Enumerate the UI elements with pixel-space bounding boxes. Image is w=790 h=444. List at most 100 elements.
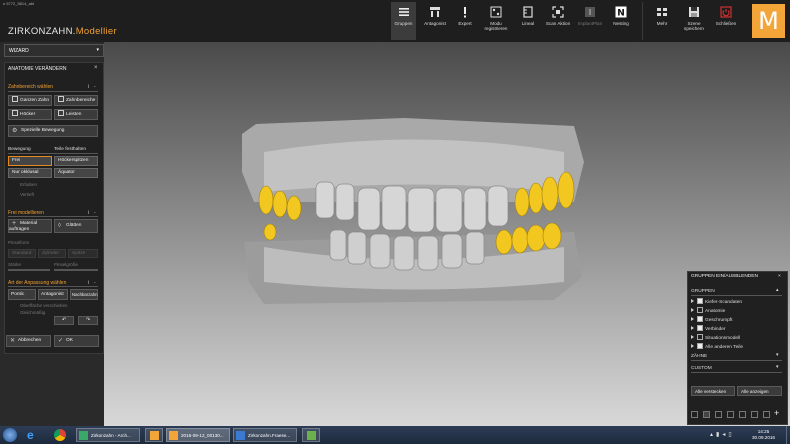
implant-icon bbox=[585, 7, 595, 17]
view-right-icon[interactable] bbox=[727, 411, 734, 418]
pontic-button[interactable]: Pontic bbox=[8, 289, 36, 300]
abbrechen-button[interactable]: ✕ Abbrechen bbox=[6, 335, 51, 347]
internet-explorer-icon[interactable]: e bbox=[27, 428, 41, 442]
spezielle-bewegung-button[interactable]: ⚙ Spezielle Bewegung bbox=[8, 125, 98, 137]
section-zahnbereich-collapse[interactable]: - bbox=[94, 84, 96, 90]
checkbox[interactable] bbox=[697, 307, 703, 313]
view-front-icon[interactable] bbox=[691, 411, 698, 418]
chevron-down-icon[interactable]: ▾ bbox=[776, 365, 778, 370]
hoecker-button[interactable]: Höcker bbox=[8, 109, 52, 120]
expand-icon bbox=[691, 326, 694, 330]
toolbar-lineal-button[interactable]: Lineal bbox=[515, 2, 541, 40]
taskbar-clock[interactable]: 14:25 30.09.2016 bbox=[752, 429, 775, 440]
checkbox[interactable] bbox=[697, 334, 703, 340]
drop-icon: ◊ bbox=[58, 223, 61, 229]
chevron-up-icon[interactable]: ▴ bbox=[776, 288, 778, 293]
staerke-slider[interactable] bbox=[8, 269, 50, 271]
erhaben-option: Erhaben bbox=[20, 182, 38, 187]
system-tray-icons[interactable]: ▴▮◂▯ bbox=[710, 431, 735, 438]
taskbar-n-item[interactable] bbox=[145, 428, 163, 442]
alle-anzeigen-button[interactable]: Alle anzeigen bbox=[737, 386, 782, 396]
taskbar-tool-item[interactable] bbox=[302, 428, 320, 442]
undo-button[interactable]: ↶ bbox=[54, 316, 74, 325]
pinsel-standard-option[interactable]: Standard bbox=[8, 249, 36, 258]
checkbox[interactable] bbox=[697, 316, 703, 322]
expand-icon bbox=[691, 335, 694, 339]
chevron-down-icon[interactable]: ▾ bbox=[776, 353, 778, 358]
taskbar-fraese-item[interactable]: Zirkonzahn.Fraese... bbox=[233, 428, 297, 442]
ok-button[interactable]: ✓ OK bbox=[54, 335, 99, 347]
section-zahnbereich-info[interactable]: i bbox=[88, 84, 89, 90]
view-left-icon[interactable] bbox=[715, 411, 722, 418]
toolbar-expert-button[interactable]: Expert bbox=[453, 2, 477, 40]
show-desktop-button[interactable] bbox=[786, 426, 790, 444]
toolbar-scan-button[interactable]: Scan Aktion bbox=[545, 2, 571, 40]
divider bbox=[691, 295, 782, 296]
toolbar-implantplan-button[interactable]: ImplantPlan bbox=[575, 2, 605, 40]
fraese-icon bbox=[236, 431, 245, 440]
glaetten-button[interactable]: ◊ Glätten bbox=[54, 219, 98, 233]
group-row-geschrumpft[interactable]: Geschrumpft bbox=[691, 316, 732, 323]
zahnbereiche-button[interactable]: Zahnbereiche bbox=[54, 95, 98, 106]
ridge-icon bbox=[58, 110, 64, 116]
hoeckerspitzen-option[interactable]: Höckerspitzen bbox=[54, 156, 98, 166]
pinselgroesse-slider[interactable] bbox=[54, 269, 98, 271]
view-bottom-icon[interactable] bbox=[751, 411, 758, 418]
checkbox[interactable] bbox=[697, 298, 703, 304]
expand-icon bbox=[691, 344, 694, 348]
gruppen-section-title: GRUPPEN bbox=[691, 289, 715, 294]
taskbar-modellier-item[interactable]: 2016-09-12_00130... bbox=[166, 428, 230, 442]
groups-icon bbox=[398, 8, 409, 16]
leisten-button[interactable]: Leisten bbox=[54, 109, 98, 120]
panel-close-button[interactable]: × bbox=[94, 65, 98, 71]
view-back-icon[interactable] bbox=[703, 411, 710, 418]
wizard-dropdown[interactable]: WIZARD ▾ bbox=[4, 44, 104, 57]
redo-button[interactable]: ↷ bbox=[78, 316, 98, 325]
toolbar-save-button[interactable]: Szene speichern bbox=[679, 2, 709, 40]
checkbox[interactable] bbox=[697, 325, 703, 331]
gear-icon: ⚙ bbox=[12, 128, 18, 134]
tooth-area-icon bbox=[58, 96, 64, 102]
undo-icon: ↶ bbox=[61, 318, 67, 323]
aequator-option[interactable]: Äquator bbox=[54, 168, 98, 178]
pinsel-spitze-option[interactable]: Spitze bbox=[68, 249, 98, 258]
add-view-button[interactable]: + bbox=[774, 408, 779, 418]
toolbar-mehr-button[interactable]: Mehr bbox=[649, 2, 675, 40]
pinsel-zylinder-option[interactable]: Zylinder bbox=[38, 249, 66, 258]
antagonist-adjust-button[interactable]: Antagonist bbox=[38, 289, 68, 300]
groups-panel-close-button[interactable]: × bbox=[778, 274, 781, 279]
toolbar-antagonist-button[interactable]: Antagonist bbox=[421, 2, 449, 40]
checkbox[interactable] bbox=[697, 343, 703, 349]
windows-start-button[interactable] bbox=[3, 428, 17, 442]
material-auftragen-button[interactable]: + Material auftragen bbox=[8, 219, 52, 233]
group-row-situationsmodell[interactable]: Situationsmodell bbox=[691, 334, 740, 341]
chrome-icon[interactable] bbox=[54, 429, 66, 441]
redo-icon: ↷ bbox=[85, 318, 91, 323]
vertieft-option: Vertieft bbox=[20, 192, 35, 197]
taskbar-archive-item[interactable]: Zirkonzahn - Arch... bbox=[76, 428, 140, 442]
nur-okklusal-option[interactable]: Nur okklusal bbox=[8, 168, 52, 178]
teile-festhalten-label: Teile festhalten bbox=[54, 147, 86, 152]
ganzen-zahn-button[interactable]: Ganzen Zahn bbox=[8, 95, 52, 106]
toolbar-register-button[interactable]: Modu registrieren bbox=[481, 2, 511, 40]
expand-icon bbox=[691, 308, 694, 312]
more-icon bbox=[657, 8, 667, 16]
bewegung-frei-option[interactable]: Frei bbox=[8, 156, 52, 166]
window-title: n 5772_5814_abt bbox=[3, 1, 35, 6]
toolbar-nesting-button[interactable]: N Nesting bbox=[609, 2, 633, 40]
group-row-verbinder[interactable]: Verbinder bbox=[691, 325, 726, 332]
toolbar-gruppen-button[interactable]: Gruppen bbox=[391, 2, 416, 40]
nachbarzahn-button[interactable]: Nachbarzahn bbox=[70, 289, 98, 300]
groups-panel-title: GRUPPEN EIN/AUSBLENDEN bbox=[691, 274, 758, 279]
view-iso-icon[interactable] bbox=[763, 411, 770, 418]
toolbar-close-button[interactable]: Schließen bbox=[711, 2, 741, 40]
view-top-icon[interactable] bbox=[739, 411, 746, 418]
toolbar-divider bbox=[642, 2, 643, 40]
save-icon bbox=[689, 7, 699, 17]
alle-verstecken-button[interactable]: Alle verstecken bbox=[691, 386, 735, 396]
group-row-alle-anderen[interactable]: Alle anderen Teile bbox=[691, 343, 743, 350]
pinselgroesse-label: Pinselgröße bbox=[54, 262, 79, 267]
app-brand: ZIRKONZAHN.Modellier bbox=[8, 26, 117, 37]
group-row-kiefer[interactable]: Kiefer-Scandaten bbox=[691, 298, 742, 305]
group-row-anatomie[interactable]: Anatomie bbox=[691, 307, 725, 314]
